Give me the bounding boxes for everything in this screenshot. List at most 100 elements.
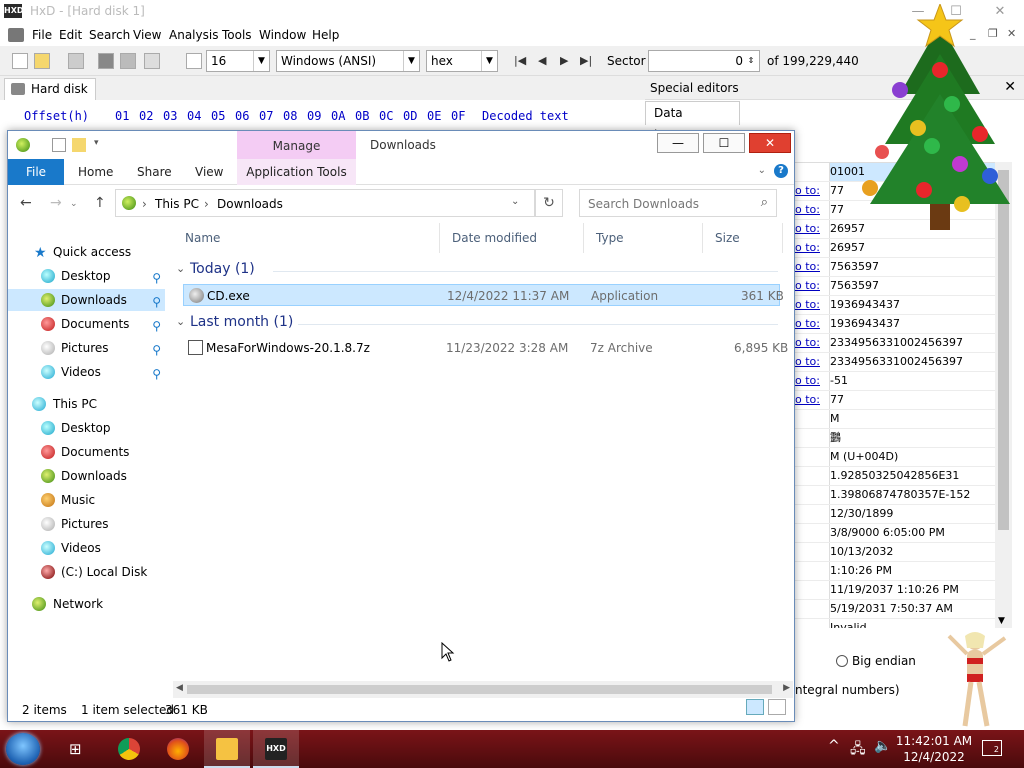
forward-icon[interactable]: → [50, 195, 62, 211]
paste-icon[interactable] [144, 53, 160, 69]
goto-link[interactable]: o to: [795, 277, 823, 295]
menu-analysis[interactable]: Analysis [169, 28, 218, 42]
next-sector-icon[interactable]: ▶ [560, 54, 568, 67]
save-icon[interactable] [68, 53, 84, 69]
sidebar-item-videos[interactable]: Videos ⚲ [8, 361, 165, 383]
cut-icon[interactable] [98, 53, 114, 69]
new-file-icon[interactable] [12, 53, 28, 69]
inspector-row[interactable]: 1.39806874780357E-152 [795, 486, 995, 505]
open-folder-icon[interactable] [34, 53, 50, 69]
scroll-left-icon[interactable]: ◀ [176, 683, 183, 693]
goto-link[interactable]: o to: [795, 296, 823, 314]
inspector-row[interactable]: o to: 7563597 [795, 277, 995, 296]
sidebar-item-documents[interactable]: Documents ⚲ [8, 313, 165, 335]
pin-icon[interactable]: ⚲ [152, 267, 161, 289]
inspector-row[interactable]: 䴒 [795, 429, 995, 448]
explorer-app-icon[interactable] [16, 138, 30, 152]
bytes-per-row-select[interactable]: 16 ▼ [206, 50, 270, 72]
goto-link[interactable]: o to: [795, 315, 823, 333]
tab-application-tools[interactable]: Application Tools [237, 159, 356, 185]
taskbar-firefox[interactable] [155, 730, 201, 768]
inspector-row[interactable]: 12/30/1899 [795, 505, 995, 524]
breadcrumb-this-pc[interactable]: This PC [155, 197, 199, 211]
chevron-down-icon[interactable]: ▼ [998, 616, 1005, 626]
inspector-row[interactable]: o to: 77 [795, 391, 995, 410]
goto-link[interactable]: o to: [795, 353, 823, 371]
search-input[interactable]: Search Downloads ⌕ [579, 189, 777, 217]
tab-file[interactable]: File [8, 159, 64, 185]
goto-link[interactable]: o to: [795, 391, 823, 409]
file-row-mesa-7z[interactable]: MesaForWindows-20.1.8.7z 11/23/2022 3:28… [183, 337, 788, 359]
expand-ribbon-icon[interactable]: ⌄ [758, 165, 766, 176]
inspector-row[interactable]: 5/19/2031 7:50:37 AM [795, 600, 995, 619]
sidebar-item-local-disk[interactable]: (C:) Local Disk [8, 561, 165, 583]
task-view-button[interactable]: ⊞ [56, 730, 102, 768]
column-header-type[interactable]: Type [584, 223, 703, 253]
taskbar-chrome[interactable] [106, 730, 152, 768]
menu-help[interactable]: Help [312, 28, 339, 42]
column-header-date[interactable]: Date modified [440, 223, 584, 253]
maximize-button[interactable]: ☐ [703, 133, 745, 153]
charset-select[interactable]: Windows (ANSI) ▼ [276, 50, 420, 72]
up-icon[interactable]: ↑ [94, 195, 106, 211]
sidebar-item-network[interactable]: Network [8, 593, 165, 615]
sidebar-item-quick-access[interactable]: ★ Quick access [8, 241, 165, 263]
goto-link[interactable]: o to: [795, 220, 823, 238]
sidebar-item-desktop[interactable]: Desktop ⚲ [8, 265, 165, 287]
volume-icon[interactable]: 🔈 [874, 738, 891, 754]
hxd-menu-icon[interactable] [8, 28, 24, 42]
sector-input[interactable]: 0 ⇕ [648, 50, 760, 72]
tab-view[interactable]: View [195, 159, 223, 185]
horizontal-scrollbar[interactable]: ◀ ▶ [173, 681, 793, 698]
menu-file[interactable]: File [32, 28, 52, 42]
tab-share[interactable]: Share [137, 159, 172, 185]
group-header-last-month[interactable]: ⌄ Last month (1) [173, 312, 783, 336]
pin-icon[interactable]: ⚲ [152, 363, 161, 385]
system-clock[interactable]: 11:42:01 AM 12/4/2022 [894, 733, 974, 765]
breadcrumb-chevron-icon[interactable]: › [204, 197, 209, 211]
sidebar-item-downloads[interactable]: Downloads ⚲ [8, 289, 165, 311]
inspector-row[interactable]: M (U+004D) [795, 448, 995, 467]
menu-window[interactable]: Window [259, 28, 306, 42]
goto-link[interactable]: o to: [795, 372, 823, 390]
inspector-row[interactable]: 1:10:26 PM [795, 562, 995, 581]
goto-link[interactable]: o to: [795, 201, 823, 219]
inspector-row[interactable]: o to: 1936943437 [795, 296, 995, 315]
breadcrumb-downloads[interactable]: Downloads [217, 197, 283, 211]
goto-link[interactable]: o to: [795, 182, 823, 200]
sidebar-item-pc-documents[interactable]: Documents [8, 441, 165, 463]
taskbar-hxd[interactable]: HXD [253, 730, 299, 768]
tab-data-inspector[interactable]: Data inspector [645, 101, 740, 142]
goto-link[interactable]: o to: [795, 334, 823, 352]
large-icons-view-icon[interactable] [768, 699, 786, 715]
inspector-row[interactable]: M [795, 410, 995, 429]
display-mode-select[interactable]: hex ▼ [426, 50, 498, 72]
sidebar-item-pc-pictures[interactable]: Pictures [8, 513, 165, 535]
spin-icon[interactable]: ⇕ [743, 51, 759, 71]
pin-icon[interactable]: ⚲ [152, 291, 161, 313]
file-row-cd-exe[interactable]: CD.exe 12/4/2022 11:37 AM Application 36… [183, 284, 784, 306]
pin-icon[interactable]: ⚲ [152, 339, 161, 361]
column-header-name[interactable]: Name [173, 223, 440, 253]
inspector-row[interactable]: 11/19/2037 1:10:26 PM [795, 581, 995, 600]
action-center-icon[interactable]: 2 [982, 740, 1002, 756]
big-endian-radio[interactable]: Big endian [836, 654, 916, 668]
sidebar-item-pc-music[interactable]: Music [8, 489, 165, 511]
show-hidden-icons-icon[interactable]: ^ [828, 738, 840, 754]
first-sector-icon[interactable]: |◀ [514, 54, 526, 67]
inspector-row[interactable]: 3/8/9000 6:05:00 PM [795, 524, 995, 543]
address-bar[interactable]: › This PC › Downloads ⌄ [115, 189, 535, 217]
copy-icon[interactable] [120, 53, 136, 69]
refresh-button[interactable]: ↻ [535, 189, 563, 217]
goto-link[interactable]: o to: [795, 258, 823, 276]
tab-hard-disk-1[interactable]: Hard disk 1 [4, 78, 96, 116]
inspector-row[interactable]: Invalid [795, 619, 995, 628]
menu-view[interactable]: View [133, 28, 161, 42]
inspector-row[interactable]: 1.92850325042856E31 [795, 467, 995, 486]
sidebar-item-pictures[interactable]: Pictures ⚲ [8, 337, 165, 359]
recent-locations-icon[interactable]: ⌄ [70, 199, 78, 209]
prev-sector-icon[interactable]: ◀ [538, 54, 546, 67]
pin-icon[interactable]: ⚲ [152, 315, 161, 337]
inspector-row[interactable]: 10/13/2032 [795, 543, 995, 562]
column-header-size[interactable]: Size [703, 223, 783, 253]
